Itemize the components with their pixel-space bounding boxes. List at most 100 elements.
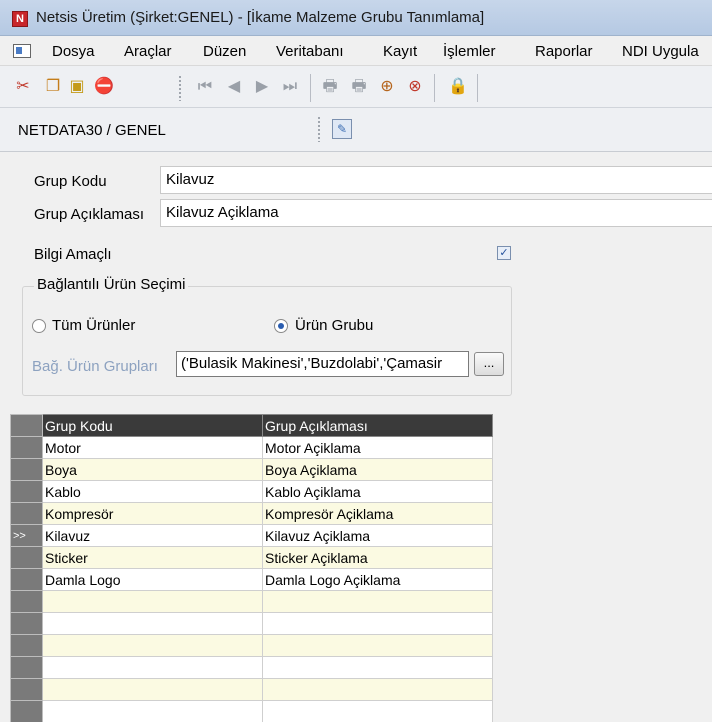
table-row[interactable]	[10, 678, 493, 701]
cell-grup-kodu[interactable]	[42, 700, 263, 722]
cut-icon[interactable]: ✂	[14, 78, 32, 96]
title-bar: N Netsis Üretim (Şirket:GENEL) - [İkame …	[0, 0, 712, 36]
cell-grup-aciklamasi[interactable]	[262, 634, 493, 657]
urun-grubu-radio[interactable]	[274, 319, 288, 333]
cell-grup-aciklamasi[interactable]: Kilavuz Açiklama	[262, 524, 493, 547]
row-indicator[interactable]	[10, 436, 43, 459]
tum-urunler-label[interactable]: Tüm Ürünler	[52, 317, 135, 334]
row-indicator[interactable]	[10, 546, 43, 569]
cell-grup-kodu[interactable]	[42, 678, 263, 701]
cell-grup-aciklamasi[interactable]: Sticker Açiklama	[262, 546, 493, 569]
previous-record-icon[interactable]: ◀	[225, 78, 243, 96]
cell-grup-kodu[interactable]	[42, 656, 263, 679]
cell-grup-aciklamasi[interactable]: Kompresör Açiklama	[262, 502, 493, 525]
row-indicator[interactable]: >>	[10, 524, 43, 547]
cell-grup-aciklamasi[interactable]: Boya Açiklama	[262, 458, 493, 481]
table-row[interactable]: Damla Logo Damla Logo Açiklama	[10, 568, 493, 591]
database-bar: NETDATA30 / GENEL ✎	[0, 108, 712, 152]
print-icon[interactable]: 🖶	[321, 78, 339, 96]
menu-bar: Dosya Araçlar Düzen Veritabanı Kayıt İşl…	[0, 36, 712, 66]
delete-record-icon[interactable]: ⊗	[406, 78, 424, 96]
grid-panel: Grup Kodu Grup Açıklaması Motor Motor Açi…	[0, 404, 712, 722]
row-indicator[interactable]	[10, 656, 43, 679]
lock-icon[interactable]: 🔒	[448, 78, 468, 96]
cell-grup-kodu[interactable]: Sticker	[42, 546, 263, 569]
stop-icon[interactable]: ⛔	[94, 78, 114, 96]
row-indicator[interactable]	[10, 612, 43, 635]
row-indicator[interactable]	[10, 458, 43, 481]
row-indicator[interactable]	[10, 700, 43, 722]
first-record-icon[interactable]: ⏮	[196, 78, 214, 96]
bag-urun-gruplari-input[interactable]: ('Bulasik Makinesi','Buzdolabi','Çamasir	[176, 351, 469, 377]
grid-body: Motor Motor Açiklama Boya Boya Açiklama Kabl…	[10, 436, 493, 722]
cell-grup-aciklamasi[interactable]: Motor Açiklama	[262, 436, 493, 459]
cell-grup-aciklamasi[interactable]	[262, 678, 493, 701]
cell-grup-aciklamasi[interactable]	[262, 612, 493, 635]
cell-grup-aciklamasi[interactable]	[262, 590, 493, 613]
row-indicator[interactable]	[10, 480, 43, 503]
table-row[interactable]: >> Kilavuz Kilavuz Açiklama	[10, 524, 493, 547]
menu-kayit[interactable]: Kayıt	[383, 43, 417, 60]
paste-icon[interactable]: ▣	[68, 78, 86, 96]
toolbar-separator	[434, 74, 435, 102]
grup-aciklamasi-input[interactable]: Kilavuz Açiklama	[160, 199, 712, 227]
urun-grubu-label[interactable]: Ürün Grubu	[295, 317, 373, 334]
table-row[interactable]	[10, 700, 493, 722]
table-row[interactable]: Motor Motor Açiklama	[10, 436, 493, 459]
column-header-grup-aciklamasi[interactable]: Grup Açıklaması	[262, 414, 493, 437]
table-row[interactable]	[10, 612, 493, 635]
cell-grup-aciklamasi[interactable]: Damla Logo Açiklama	[262, 568, 493, 591]
cell-grup-kodu[interactable]: Kilavuz	[42, 524, 263, 547]
menu-araclar[interactable]: Araçlar	[124, 43, 172, 60]
cell-grup-kodu[interactable]: Motor	[42, 436, 263, 459]
grup-kodu-input[interactable]: Kilavuz	[160, 166, 712, 194]
table-row[interactable]: Kablo Kablo Açiklama	[10, 480, 493, 503]
table-row[interactable]: Kompresör Kompresör Açiklama	[10, 502, 493, 525]
print-preview-icon[interactable]: 🖶	[350, 78, 368, 96]
row-indicator-header	[10, 414, 43, 437]
menu-veritabani[interactable]: Veritabanı	[276, 43, 344, 60]
column-header-grup-kodu[interactable]: Grup Kodu	[42, 414, 263, 437]
cell-grup-aciklamasi[interactable]: Kablo Açiklama	[262, 480, 493, 503]
cell-grup-kodu[interactable]: Damla Logo	[42, 568, 263, 591]
edit-document-icon[interactable]: ✎	[332, 119, 352, 139]
row-indicator[interactable]	[10, 678, 43, 701]
browse-button[interactable]: ...	[474, 352, 504, 376]
menu-ndi[interactable]: NDI Uygula	[622, 43, 699, 60]
table-row[interactable]	[10, 656, 493, 679]
document-icon[interactable]	[13, 44, 31, 58]
row-indicator[interactable]	[10, 634, 43, 657]
table-row[interactable]	[10, 590, 493, 613]
window-title: Netsis Üretim (Şirket:GENEL) - [İkame Ma…	[36, 9, 485, 26]
cell-grup-aciklamasi[interactable]	[262, 700, 493, 722]
grid-header-row: Grup Kodu Grup Açıklaması	[10, 414, 493, 437]
menu-dosya[interactable]: Dosya	[52, 43, 95, 60]
add-record-icon[interactable]: ⊕	[378, 78, 396, 96]
row-indicator[interactable]	[10, 568, 43, 591]
copy-icon[interactable]: ❐	[44, 78, 62, 96]
menu-duzen[interactable]: Düzen	[203, 43, 246, 60]
groupbox-title: Bağlantılı Ürün Seçimi	[34, 276, 189, 293]
table-row[interactable]: Sticker Sticker Açiklama	[10, 546, 493, 569]
cell-grup-aciklamasi[interactable]	[262, 656, 493, 679]
grup-aciklamasi-label: Grup Açıklaması	[34, 206, 145, 223]
next-record-icon[interactable]: ▶	[253, 78, 271, 96]
menu-islemler[interactable]: İşlemler	[443, 43, 496, 60]
cell-grup-kodu[interactable]	[42, 634, 263, 657]
row-indicator[interactable]	[10, 590, 43, 613]
last-record-icon[interactable]: ⏭	[281, 78, 299, 96]
bilgi-amacli-checkbox[interactable]: ✓	[497, 246, 511, 260]
bilgi-amacli-label: Bilgi Amaçlı	[34, 246, 112, 263]
tum-urunler-radio[interactable]	[32, 319, 46, 333]
cell-grup-kodu[interactable]	[42, 590, 263, 613]
toolbar-separator	[310, 74, 311, 102]
table-row[interactable]: Boya Boya Açiklama	[10, 458, 493, 481]
data-grid: Grup Kodu Grup Açıklaması Motor Motor Açi…	[10, 414, 493, 722]
cell-grup-kodu[interactable]	[42, 612, 263, 635]
cell-grup-kodu[interactable]: Kablo	[42, 480, 263, 503]
cell-grup-kodu[interactable]: Kompresör	[42, 502, 263, 525]
row-indicator[interactable]	[10, 502, 43, 525]
table-row[interactable]	[10, 634, 493, 657]
cell-grup-kodu[interactable]: Boya	[42, 458, 263, 481]
menu-raporlar[interactable]: Raporlar	[535, 43, 593, 60]
